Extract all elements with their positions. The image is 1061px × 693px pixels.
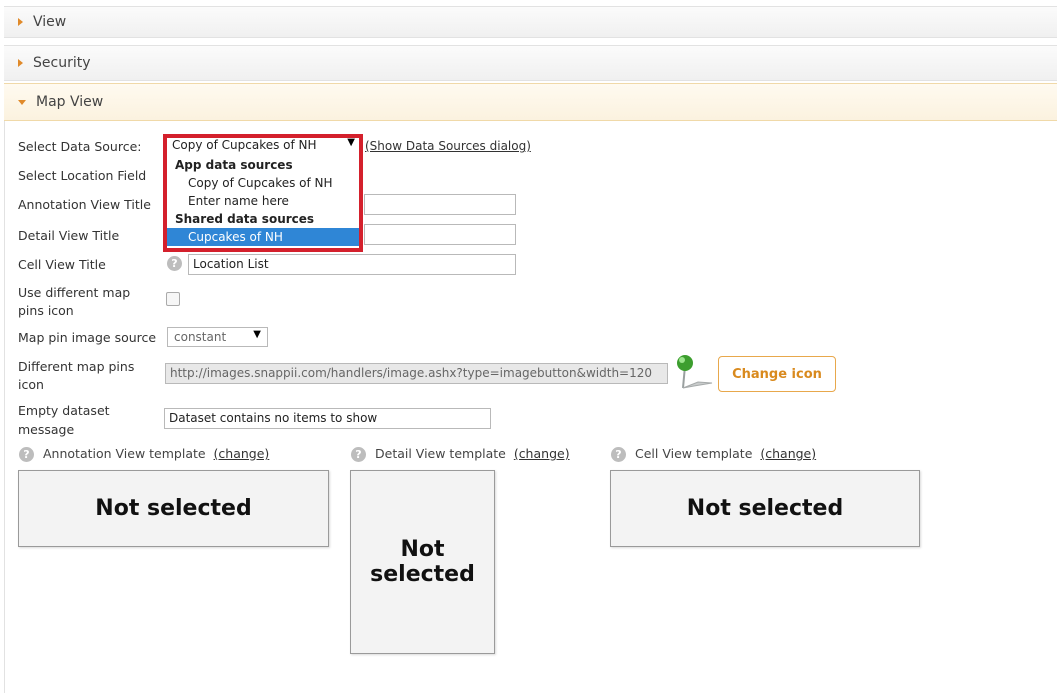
panel-security-label: Security bbox=[33, 55, 91, 71]
detail-template-content-1: Not bbox=[400, 537, 445, 562]
annotation-template-content: Not selected bbox=[95, 496, 252, 521]
annotation-title-input[interactable] bbox=[364, 194, 516, 215]
panel-map-view-label: Map View bbox=[36, 94, 104, 110]
data-source-value: Copy of Cupcakes of NH bbox=[172, 138, 317, 152]
pin-source-value: constant bbox=[174, 330, 227, 344]
pins-icon-label-2: icon bbox=[18, 377, 44, 392]
detail-template-content-2: selected bbox=[370, 562, 475, 587]
annotation-template-label-text: Annotation View template bbox=[43, 446, 206, 461]
dropdown-option[interactable]: Enter name here bbox=[167, 192, 359, 210]
location-field-label: Select Location Field bbox=[18, 168, 147, 183]
different-pins-checkbox[interactable] bbox=[166, 292, 180, 306]
cell-template-content: Not selected bbox=[686, 496, 844, 521]
panel-view-label: View bbox=[33, 14, 67, 30]
pin-source-label: Map pin image source bbox=[18, 330, 157, 345]
panel-view[interactable]: View bbox=[4, 6, 1057, 38]
dropdown-caret-icon: ▼ bbox=[253, 329, 261, 340]
panel-security[interactable]: Security bbox=[4, 45, 1057, 81]
cell-template-label-text: Cell View template bbox=[635, 446, 753, 461]
cell-title-input[interactable]: Location List bbox=[188, 254, 516, 275]
help-icon[interactable]: ? bbox=[19, 447, 34, 462]
help-icon[interactable]: ? bbox=[167, 256, 182, 271]
data-source-dropdown: App data sources Copy of Cupcakes of NH … bbox=[167, 156, 359, 248]
cell-template-box[interactable]: Not selected bbox=[610, 470, 920, 547]
expand-arrow-icon bbox=[18, 18, 23, 26]
dropdown-caret-icon: ▼ bbox=[347, 137, 355, 148]
detail-template-box[interactable]: Not selected bbox=[350, 470, 495, 654]
pin-source-select[interactable]: constant ▼ bbox=[167, 327, 268, 347]
panel-border bbox=[4, 121, 5, 693]
collapse-arrow-icon bbox=[18, 99, 26, 105]
dropdown-group-label: Shared data sources bbox=[175, 212, 315, 226]
different-pins-label-1: Use different map bbox=[18, 285, 131, 300]
different-pins-label-2: pins icon bbox=[18, 303, 74, 318]
cell-template-change-link[interactable]: (change) bbox=[760, 446, 816, 461]
cell-template-label: Cell View template (change) bbox=[635, 446, 816, 461]
dropdown-option-selected[interactable]: Cupcakes of NH bbox=[167, 228, 359, 246]
panel-map-view[interactable]: Map View bbox=[4, 83, 1057, 121]
detail-title-input[interactable] bbox=[364, 224, 516, 245]
empty-message-label-2: message bbox=[18, 422, 75, 437]
detail-template-change-link[interactable]: (change) bbox=[514, 446, 570, 461]
detail-template-label-text: Detail View template bbox=[375, 446, 506, 461]
help-icon[interactable]: ? bbox=[351, 447, 366, 462]
detail-template-label: Detail View template (change) bbox=[375, 446, 570, 461]
annotation-template-box[interactable]: Not selected bbox=[18, 470, 329, 547]
detail-title-label: Detail View Title bbox=[18, 228, 120, 243]
expand-arrow-icon bbox=[18, 59, 23, 67]
show-data-sources-link[interactable]: (Show Data Sources dialog) bbox=[365, 139, 531, 153]
empty-message-input[interactable]: Dataset contains no items to show bbox=[164, 408, 491, 429]
data-source-label: Select Data Source: bbox=[18, 139, 142, 154]
dropdown-group-label: App data sources bbox=[175, 158, 293, 172]
map-pin-icon bbox=[677, 355, 713, 389]
annotation-template-label: Annotation View template (change) bbox=[43, 446, 269, 461]
cell-title-label: Cell View Title bbox=[18, 257, 106, 272]
data-source-select[interactable]: Copy of Cupcakes of NH ▼ bbox=[166, 137, 361, 156]
pins-icon-url-input[interactable]: http://images.snappii.com/handlers/image… bbox=[165, 363, 668, 384]
change-icon-button[interactable]: Change icon bbox=[718, 356, 836, 392]
help-icon[interactable]: ? bbox=[611, 447, 626, 462]
annotation-template-change-link[interactable]: (change) bbox=[214, 446, 270, 461]
pins-icon-label-1: Different map pins bbox=[18, 359, 135, 374]
annotation-title-label: Annotation View Title bbox=[18, 197, 151, 212]
dropdown-option[interactable]: Copy of Cupcakes of NH bbox=[167, 174, 359, 192]
empty-message-label-1: Empty dataset bbox=[18, 403, 110, 418]
